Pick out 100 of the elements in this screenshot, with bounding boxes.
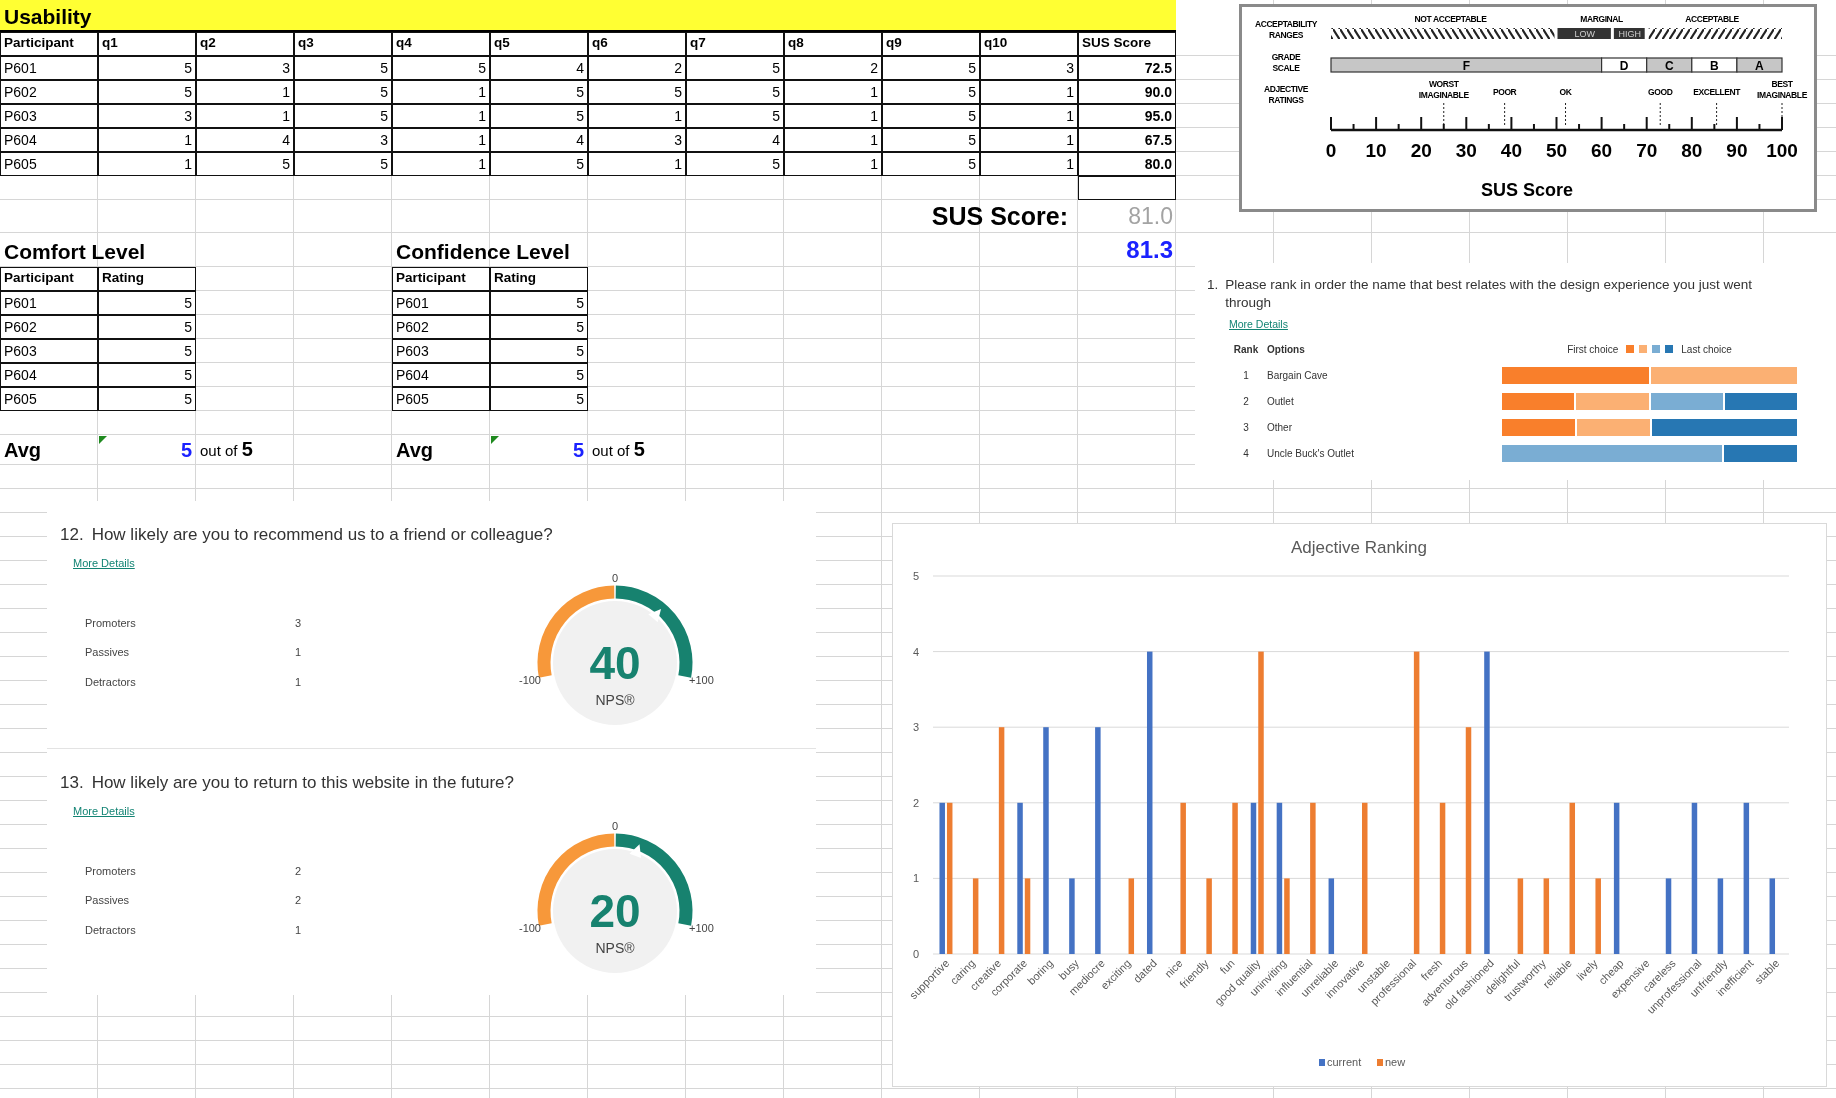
- more-details-link[interactable]: More Details: [1229, 318, 1288, 330]
- column-header: Participant: [392, 267, 490, 291]
- tick-label: 0: [1325, 140, 1337, 161]
- rank-number: 2: [1242, 395, 1250, 407]
- table-cell: P604: [0, 363, 98, 387]
- column-header: Rating: [98, 267, 196, 291]
- table-cell: 3: [294, 128, 392, 152]
- grade-segment: C: [1646, 57, 1693, 73]
- tick-label: 100: [1766, 140, 1798, 161]
- column-header: Rank: [1232, 343, 1260, 355]
- table-cell: 5: [294, 104, 392, 128]
- axis-label: 3: [912, 721, 919, 734]
- tick-label: 50: [1545, 140, 1568, 161]
- table-cell: 95.0: [1078, 104, 1176, 128]
- legend-swatch: [1319, 1059, 1325, 1066]
- rank-number: 4: [1242, 447, 1250, 459]
- column-header: q9: [882, 32, 980, 56]
- table-cell: 5: [882, 80, 980, 104]
- question-number: 12.: [60, 525, 84, 545]
- table-cell: 5: [882, 56, 980, 80]
- sus-score-label: SUS Score:: [930, 201, 1069, 232]
- table-cell: 5: [882, 128, 980, 152]
- adjective-label: WORST IMAGINABLE: [1418, 79, 1469, 100]
- column-header: Participant: [0, 267, 98, 291]
- axis-label: 0: [912, 948, 919, 960]
- section-title: Comfort Level: [3, 239, 147, 265]
- table-cell: 1: [784, 128, 882, 152]
- nps-score: 40: [589, 637, 641, 689]
- table-cell: 5: [490, 152, 588, 176]
- adjective-label: POOR: [1492, 87, 1517, 97]
- table-cell: 5: [98, 387, 196, 411]
- table-cell: 5: [490, 387, 588, 411]
- table-cell: P604: [392, 363, 490, 387]
- group-count: 1: [295, 646, 303, 659]
- sus-score-value: 81.3: [1125, 235, 1174, 265]
- nps-score: 20: [589, 885, 641, 937]
- option-name: Outlet: [1266, 395, 1295, 407]
- group-label: Promoters: [85, 864, 137, 877]
- axis-label: 2: [912, 796, 919, 809]
- table-cell: 1: [980, 104, 1078, 128]
- tick-label: 10: [1365, 140, 1387, 161]
- column-header: Rating: [490, 267, 588, 291]
- sus-score-value: 81.0: [1127, 202, 1174, 231]
- table-cell: 2: [588, 56, 686, 80]
- nps-label: NPS®: [595, 940, 635, 956]
- table-cell: 5: [98, 291, 196, 315]
- range-label: ACCEPTABLE: [1685, 14, 1739, 24]
- axis-title: SUS Score: [1481, 180, 1573, 200]
- group-label: Detractors: [85, 923, 137, 936]
- table-cell: 5: [294, 152, 392, 176]
- legend-label: Last choice: [1681, 343, 1732, 355]
- table-cell: 5: [98, 56, 196, 80]
- chart-title: Adjective Ranking: [1290, 538, 1428, 557]
- row-label: GRADE SCALE: [1271, 52, 1301, 73]
- table-cell: 5: [98, 80, 196, 104]
- table-cell: 5: [686, 152, 784, 176]
- table-cell: P601: [0, 291, 98, 315]
- question-text: Please rank in order the name that best relates with the design experience you just went through: [1225, 276, 1754, 312]
- scale-label: +100: [689, 674, 714, 686]
- rank-number: 3: [1242, 421, 1250, 433]
- column-header: q7: [686, 32, 784, 56]
- adjective-label: EXCELLENT: [1693, 87, 1741, 97]
- rank-number: 1: [1242, 369, 1250, 381]
- table-cell: 5: [294, 56, 392, 80]
- table-cell: 4: [490, 56, 588, 80]
- table-cell: 1: [588, 104, 686, 128]
- table-cell: 1: [196, 104, 294, 128]
- more-details-link[interactable]: More Details: [73, 557, 135, 569]
- column-header: q8: [784, 32, 882, 56]
- table-cell: 4: [196, 128, 294, 152]
- legend-label: current: [1327, 1056, 1362, 1068]
- table-cell: 5: [98, 315, 196, 339]
- table-cell: 1: [392, 104, 490, 128]
- adjective-label: BEST IMAGINABLE: [1757, 79, 1807, 100]
- group-count: 1: [295, 923, 303, 936]
- column-header: q6: [588, 32, 686, 56]
- column-header: q5: [490, 32, 588, 56]
- column-header: q2: [196, 32, 294, 56]
- axis-label: nice: [1162, 956, 1185, 980]
- table-cell: 90.0: [1078, 80, 1176, 104]
- table-cell: 5: [490, 363, 588, 387]
- group-count: 1: [295, 675, 303, 688]
- table-cell: 3: [980, 56, 1078, 80]
- column-header: SUS Score: [1078, 32, 1176, 56]
- more-details-link[interactable]: More Details: [73, 805, 135, 817]
- avg-suffix: out of 5: [200, 438, 253, 461]
- tick-label: 20: [1410, 140, 1432, 161]
- table-cell: 80.0: [1078, 152, 1176, 176]
- leader-line: [1659, 102, 1661, 128]
- table-cell: 5: [686, 56, 784, 80]
- grade-segment: A: [1736, 57, 1783, 73]
- tick-label: 80: [1681, 140, 1703, 161]
- axis-label: fun: [1217, 956, 1237, 977]
- corner-marker-icon: [99, 436, 107, 444]
- table-cell: P605: [0, 387, 98, 411]
- adjective-label: OK: [1559, 87, 1572, 97]
- table-cell: P602: [0, 80, 98, 104]
- nps-label: NPS®: [595, 692, 635, 708]
- range-segment: HIGH: [1613, 28, 1645, 39]
- table-cell: P603: [392, 339, 490, 363]
